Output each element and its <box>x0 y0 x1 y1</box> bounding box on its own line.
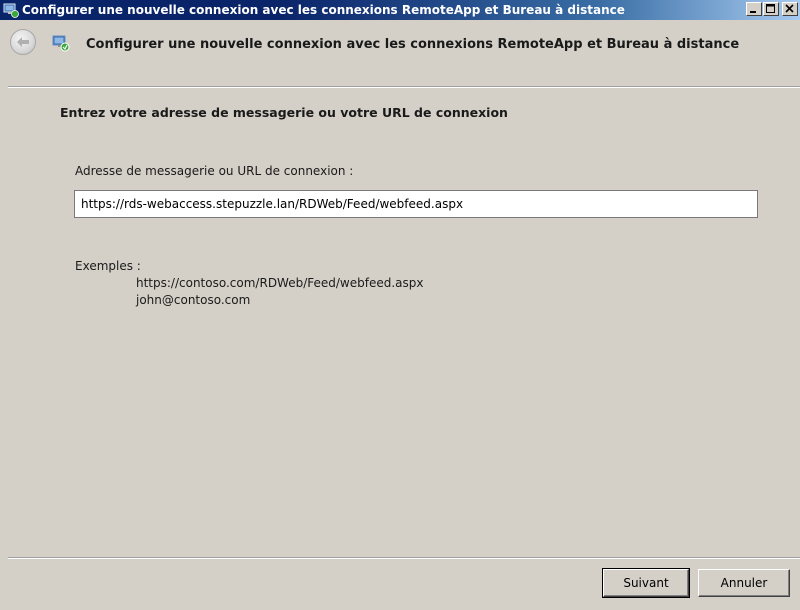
remoteapp-connection-icon <box>3 3 19 18</box>
wizard-page: Entrez votre adresse de messagerie ou vo… <box>8 88 800 556</box>
minimize-icon <box>750 11 756 13</box>
url-field-label: Adresse de messagerie ou URL de connexio… <box>75 164 354 178</box>
close-icon <box>785 4 794 13</box>
close-button[interactable] <box>782 2 798 16</box>
window-title: Configurer une nouvelle connexion avec l… <box>22 3 625 17</box>
cancel-button[interactable]: Annuler <box>698 569 790 597</box>
example-url: https://contoso.com/RDWeb/Feed/webfeed.a… <box>136 276 424 290</box>
wizard-header: Configurer une nouvelle connexion avec l… <box>0 20 800 86</box>
title-bar: Configurer une nouvelle connexion avec l… <box>0 0 800 20</box>
window-controls <box>745 2 798 16</box>
remoteapp-connection-icon <box>52 35 70 52</box>
connection-url-input[interactable] <box>74 190 758 218</box>
maximize-icon <box>766 4 775 13</box>
page-heading: Entrez votre adresse de messagerie ou vo… <box>60 105 508 120</box>
wizard-title: Configurer une nouvelle connexion avec l… <box>86 37 740 52</box>
examples-label: Exemples : <box>75 259 141 273</box>
minimize-button[interactable] <box>746 2 762 16</box>
back-button[interactable] <box>10 29 36 55</box>
wizard-footer: Suivant Annuler <box>0 559 800 610</box>
next-button[interactable]: Suivant <box>602 568 690 598</box>
maximize-button[interactable] <box>763 2 779 16</box>
example-email: john@contoso.com <box>136 293 251 307</box>
back-arrow-icon <box>17 37 29 47</box>
